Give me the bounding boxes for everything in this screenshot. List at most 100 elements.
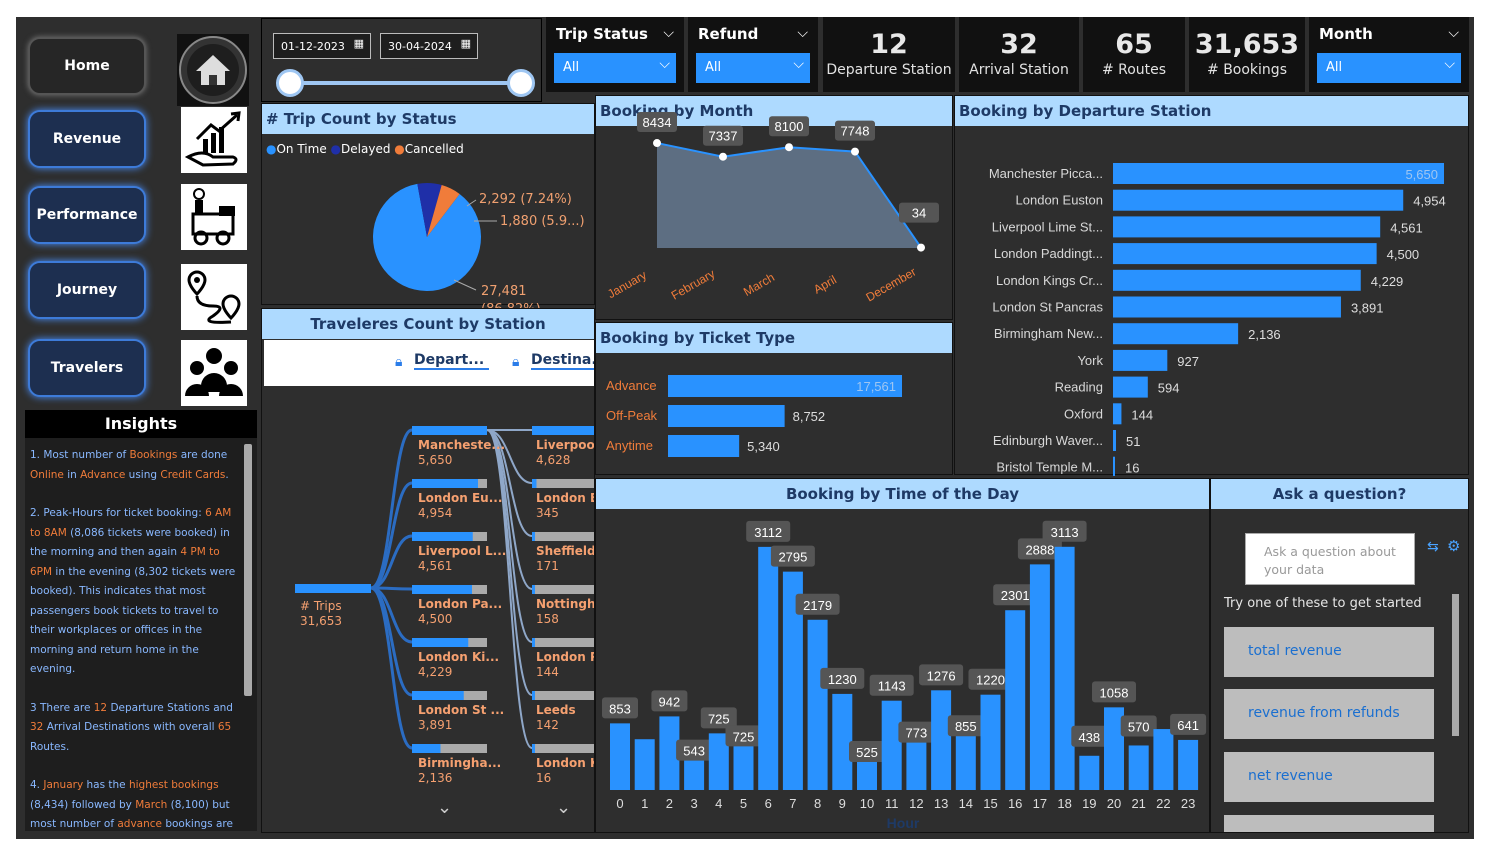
month-point (851, 147, 859, 156)
destination-node-label[interactable]: Sheffield (536, 544, 594, 558)
departure-bar (412, 479, 478, 488)
hour-bar (1128, 745, 1149, 790)
hour-bar (1079, 755, 1100, 790)
destination-node-label[interactable]: London E (536, 491, 594, 505)
booking-by-ticket-panel: Booking by Ticket Type Advance 17,561 Off-… (595, 322, 953, 475)
qa-panel: Ask a question? Ask a question about you… (1210, 478, 1469, 833)
hour-tick-label: 4 (715, 796, 722, 811)
qa-suggestion-total-revenue[interactable]: total revenue (1224, 627, 1434, 677)
chevron-down-icon[interactable]: ⌵ (659, 56, 670, 72)
qa-suggestion-refund-revenue[interactable]: revenue from refunds (1224, 689, 1434, 739)
refund-dropdown[interactable]: All ⌵ (696, 53, 810, 83)
chevron-down-icon[interactable]: ⌄ (556, 797, 571, 818)
station-label: Manchester Picca... (989, 166, 1103, 181)
station-data-label: 4,561 (1390, 220, 1423, 235)
station-bar (1113, 376, 1148, 398)
share-icon[interactable]: ⇆ (1427, 539, 1439, 555)
gear-icon[interactable]: ⚙ (1447, 537, 1460, 555)
date-slider-end-handle[interactable] (507, 69, 535, 97)
performance-button[interactable]: Performance (28, 186, 146, 244)
month-slicer[interactable]: Month ⌵ All ⌵ (1309, 17, 1469, 92)
date-slider-start-handle[interactable] (276, 69, 304, 97)
trip-status-dropdown[interactable]: All ⌵ (554, 53, 676, 83)
date-slider-track[interactable] (290, 81, 522, 85)
dashboard: Home Revenue Performance Journey Travele… (16, 17, 1474, 839)
booking-by-month-chart[interactable]: 8434 January 7337 February 8100 March 7748 Apri… (596, 96, 954, 321)
station-label: Liverpool Lime St... (992, 219, 1103, 234)
train-icon[interactable] (181, 184, 247, 250)
hour-bar (758, 546, 779, 790)
departure-node-label[interactable]: London Ki... (418, 650, 499, 664)
chevron-down-icon[interactable]: ⌵ (797, 25, 808, 41)
station-bar (1113, 269, 1361, 291)
home-icon[interactable] (177, 34, 249, 106)
departure-node-label[interactable]: Liverpool L... (418, 544, 506, 558)
hour-tick-label: 12 (909, 796, 923, 811)
destination-node-label[interactable]: Leeds (536, 703, 594, 717)
chevron-down-icon[interactable]: ⌵ (663, 25, 674, 41)
departure-node-label[interactable]: London St ... (418, 703, 504, 717)
departure-node-label[interactable]: London Pa... (418, 597, 502, 611)
destination-node-label[interactable]: London K (536, 756, 594, 770)
revenue-growth-icon[interactable] (181, 107, 247, 173)
start-date-field[interactable]: 01-12-2023 ▦ (273, 33, 371, 59)
departure-node-label[interactable]: Mancheste... (418, 438, 505, 452)
destination-bar (532, 744, 535, 753)
station-bar (1113, 349, 1168, 371)
chevron-down-icon[interactable]: ⌵ (1444, 56, 1455, 72)
qa-input[interactable]: Ask a question about your data (1245, 533, 1415, 585)
home-button[interactable]: Home (28, 37, 146, 95)
destination-bar-bg (532, 638, 594, 647)
refund-slicer[interactable]: Refund ⌵ All ⌵ (688, 17, 818, 92)
chevron-down-icon[interactable]: ⌵ (1448, 25, 1459, 41)
journey-button[interactable]: Journey (28, 261, 146, 319)
hour-bar (634, 739, 655, 790)
month-point (653, 139, 661, 148)
date-range-slicer: 01-12-2023 ▦ 30-04-2024 ▦ (261, 18, 542, 102)
calendar-icon[interactable]: ▦ (354, 37, 364, 50)
booking-by-hour-chart[interactable]: 08531 29423543472557256311272795821799123… (596, 479, 1211, 834)
destination-bar-bg (532, 585, 594, 594)
trip-status-slicer[interactable]: Trip Status ⌵ All ⌵ (546, 17, 684, 92)
people-group-icon[interactable] (181, 340, 247, 406)
end-date-field[interactable]: 30-04-2024 ▦ (380, 33, 478, 59)
chevron-down-icon[interactable]: ⌵ (793, 56, 804, 72)
destination-node-label[interactable]: Nottingha (536, 597, 594, 611)
hour-bar (980, 694, 1001, 790)
departure-bar (412, 426, 487, 435)
hour-data-label: 2795 (778, 550, 807, 565)
travelers-button[interactable]: Travelers (28, 339, 146, 397)
station-data-label: 4,954 (1413, 194, 1446, 209)
insights-panel: 1. Most number of Bookings are done Onli… (25, 438, 257, 831)
booking-by-station-panel: Booking by Departure Station Manchester … (954, 95, 1470, 476)
destination-bar (532, 479, 537, 488)
month-dropdown[interactable]: All ⌵ (1317, 53, 1461, 83)
chevron-down-icon[interactable]: ⌄ (437, 797, 452, 818)
qa-suggestion-net-revenue[interactable]: net revenue (1224, 752, 1434, 802)
departure-node-label[interactable]: London Eu... (418, 491, 502, 505)
destination-node-label[interactable]: Liverpool (536, 438, 594, 452)
destination-node-label[interactable]: London P (536, 650, 594, 664)
qa-suggestion-more[interactable] (1224, 815, 1434, 832)
route-map-icon[interactable] (181, 264, 247, 330)
qa-scrollbar[interactable] (1452, 594, 1459, 736)
pie-leader-line (453, 279, 477, 291)
hour-axis-title: Hour (887, 815, 920, 831)
root-trips-bar (295, 584, 371, 593)
destination-node-value: 142 (536, 718, 559, 732)
hour-data-label: 942 (659, 694, 681, 709)
departure-node-label[interactable]: Birmingha... (418, 756, 501, 770)
station-data-label: 2,136 (1248, 327, 1281, 342)
insights-scrollbar[interactable] (244, 444, 252, 696)
station-bar (1113, 243, 1377, 265)
station-bar (1113, 403, 1122, 425)
hour-tick-label: 19 (1082, 796, 1096, 811)
revenue-button[interactable]: Revenue (28, 110, 146, 168)
booking-by-ticket-chart[interactable]: Advance 17,561 Off-Peak 8,752 Anytime 5,340 (596, 323, 954, 476)
calendar-icon[interactable]: ▦ (461, 37, 471, 50)
destination-bar (532, 585, 535, 594)
month-data-label: 8100 (775, 119, 804, 134)
month-tick-label: February (669, 266, 718, 302)
booking-by-station-chart[interactable]: Manchester Picca... 5,650 London Euston 4,9… (955, 96, 1470, 476)
hour-bar (881, 700, 902, 790)
